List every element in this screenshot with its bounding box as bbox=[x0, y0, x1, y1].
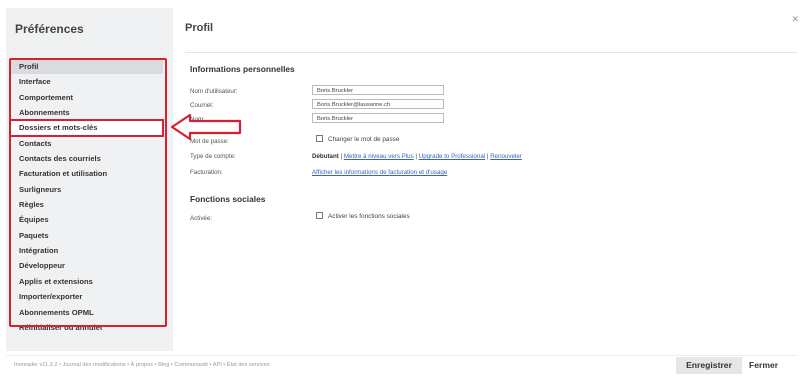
username-label: Nom d'utilisateur: bbox=[190, 88, 238, 95]
sidebar-item-interface[interactable]: Interface bbox=[10, 74, 163, 89]
sidebar-item-reset[interactable]: Réinitialiser ou annuler bbox=[10, 320, 163, 335]
sidebar-item-highlighters[interactable]: Surligneurs bbox=[10, 182, 163, 197]
enable-social-checkbox[interactable] bbox=[316, 212, 323, 219]
title-divider bbox=[185, 52, 797, 53]
save-button[interactable]: Enregistrer bbox=[676, 357, 742, 374]
page-title: Profil bbox=[185, 22, 214, 34]
renew-link[interactable]: Renouveler bbox=[490, 153, 522, 160]
arrow-left-icon bbox=[170, 113, 242, 141]
enable-social-label: Activer les fonctions sociales bbox=[328, 213, 410, 220]
sidebar-item-behavior[interactable]: Comportement bbox=[10, 90, 163, 105]
name-field[interactable]: Boris.Bruckler bbox=[312, 113, 444, 123]
account-type-value: Débutant | Mettre à niveau vers Plus | U… bbox=[312, 153, 522, 160]
footer-links[interactable]: Inoreader v11.3.2 • Journal des modifica… bbox=[14, 362, 269, 368]
billing-label: Facturation: bbox=[190, 169, 223, 176]
billing-link[interactable]: Afficher les informations de facturation… bbox=[312, 169, 447, 176]
close-icon[interactable]: ✕ bbox=[791, 14, 799, 25]
sidebar-item-developer[interactable]: Développeur bbox=[10, 258, 163, 273]
sidebar-item-folders-tags[interactable]: Dossiers et mots-clés bbox=[9, 119, 164, 137]
sidebar-item-integration[interactable]: Intégration bbox=[10, 243, 163, 258]
section-title-personal: Informations personnelles bbox=[190, 64, 295, 74]
sidebar-item-billing[interactable]: Facturation et utilisation bbox=[10, 166, 163, 181]
username-field[interactable]: Boris.Bruckler bbox=[312, 85, 444, 95]
email-label: Courriel: bbox=[190, 102, 214, 109]
sidebar-item-bundles[interactable]: Paquets bbox=[10, 228, 163, 243]
upgrade-pro-link[interactable]: Upgrade to Professional bbox=[419, 153, 485, 160]
footer-divider bbox=[6, 355, 797, 356]
sidebar-item-import-export[interactable]: Importer/exporter bbox=[10, 289, 163, 304]
email-field[interactable]: Boris.Bruckler@lausanne.ch bbox=[312, 99, 444, 109]
sidebar-item-rules[interactable]: Règles bbox=[10, 197, 163, 212]
sidebar-item-subscriptions[interactable]: Abonnements bbox=[10, 105, 163, 120]
sidebar-item-profile[interactable]: Profil bbox=[10, 59, 163, 75]
sidebar-item-apps[interactable]: Applis et extensions bbox=[10, 274, 163, 289]
account-type: Débutant bbox=[312, 153, 339, 160]
change-password-label: Changer le mot de passe bbox=[328, 136, 400, 143]
sidebar-item-opml[interactable]: Abonnements OPML bbox=[10, 305, 163, 320]
name-label: Nom: bbox=[190, 116, 205, 123]
account-type-label: Type de compte: bbox=[190, 153, 236, 160]
sidebar-title: Préférences bbox=[15, 22, 84, 36]
section-title-social: Fonctions sociales bbox=[190, 194, 266, 204]
main-content: Profil bbox=[185, 22, 785, 34]
sidebar-item-email-contacts[interactable]: Contacts des courriels bbox=[10, 151, 163, 166]
password-label: Mot de passe: bbox=[190, 138, 229, 145]
sidebar-item-contacts[interactable]: Contacts bbox=[10, 136, 163, 151]
social-enabled-label: Activée: bbox=[190, 215, 213, 222]
upgrade-plus-link[interactable]: Mettre à niveau vers Plus bbox=[344, 153, 414, 160]
sidebar-nav: Profil Interface Comportement Abonnement… bbox=[9, 59, 164, 335]
close-button[interactable]: Fermer bbox=[749, 357, 778, 374]
sidebar-item-teams[interactable]: Équipes bbox=[10, 212, 163, 227]
change-password-checkbox[interactable] bbox=[316, 135, 323, 142]
